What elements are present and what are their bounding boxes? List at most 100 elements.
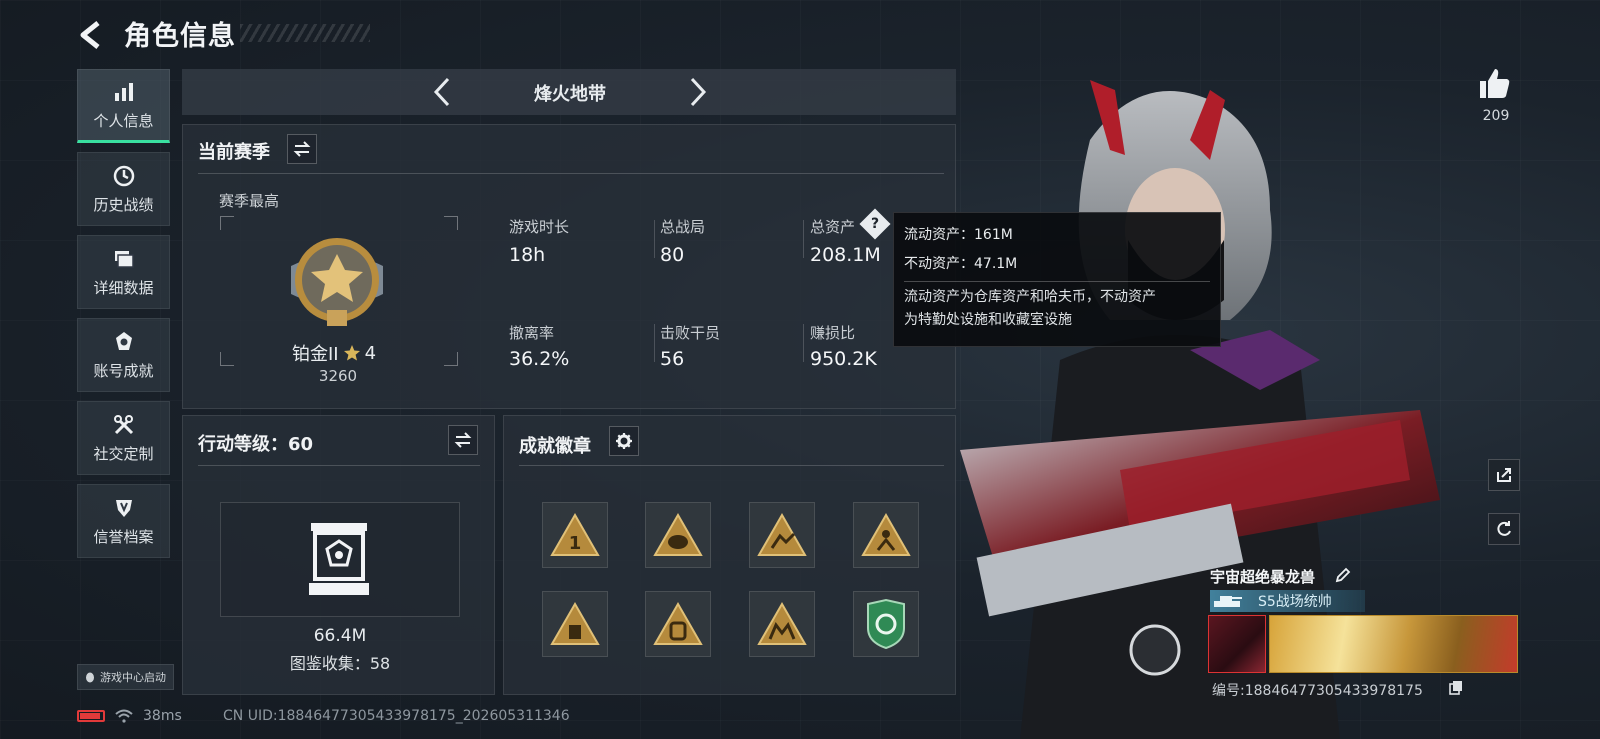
page-title: 角色信息 xyxy=(124,21,236,52)
badge-first-place[interactable]: 1 xyxy=(542,502,608,568)
frame-corner xyxy=(220,216,234,230)
sidebar-item-credit[interactable]: 信誉档案 xyxy=(77,484,170,558)
triangle-badge-icon xyxy=(757,601,807,645)
rank-score: 3260 xyxy=(318,367,358,385)
tooltip-fixed-assets: 不动资产：47.1M xyxy=(904,256,1018,272)
game-center-launch-button[interactable]: 游戏中心启动 xyxy=(77,664,174,690)
rank-title-text: S5战场统帅 xyxy=(1258,594,1332,610)
sidebar-item-personal-info[interactable]: 个人信息 xyxy=(77,69,170,143)
badge-squad[interactable] xyxy=(749,591,815,657)
divider xyxy=(198,173,944,174)
badges-settings-button[interactable] xyxy=(609,426,639,456)
divider xyxy=(519,465,944,466)
season-switch-button[interactable] xyxy=(287,134,317,164)
level-switch-button[interactable] xyxy=(448,425,478,455)
sidebar-item-history[interactable]: 历史战绩 xyxy=(77,152,170,226)
rank-emblem-icon xyxy=(291,238,383,326)
tooltip-liquid-assets: 流动资产：161M xyxy=(904,227,1013,243)
sidebar-item-label: 历史战绩 xyxy=(93,195,154,214)
stat-value: 208.1M xyxy=(810,244,881,266)
stat-value: 56 xyxy=(660,348,685,370)
badge-runner[interactable] xyxy=(853,502,919,568)
status-bar: 38ms xyxy=(77,708,182,724)
sidebar-item-label: 账号成就 xyxy=(93,361,154,380)
level-title: 行动等级：60 xyxy=(198,434,314,455)
tooltip-desc-line2: 为特勤处设施和收藏室设施 xyxy=(904,312,1072,328)
divider xyxy=(654,220,655,258)
share-button[interactable] xyxy=(1488,459,1520,491)
season-best-label: 赛季最高 xyxy=(219,192,280,210)
triangle-badge-icon xyxy=(653,512,703,556)
tooltip-desc-line1: 流动资产为仓库资产和哈夫币，不动资产 xyxy=(904,289,1156,305)
badge-helmet[interactable] xyxy=(645,502,711,568)
stat-label: 撤离率 xyxy=(509,324,555,342)
badges-title: 成就徽章 xyxy=(519,436,591,457)
badge-soldier[interactable] xyxy=(749,502,815,568)
star-icon xyxy=(343,345,360,361)
sidebar-item-achievements[interactable]: 账号成就 xyxy=(77,318,170,392)
wifi-icon xyxy=(115,709,133,723)
refresh-button[interactable] xyxy=(1488,513,1520,545)
edit-icon[interactable] xyxy=(1334,566,1352,584)
sidebar-item-label: 信誉档案 xyxy=(93,527,154,546)
badge-box[interactable] xyxy=(542,591,608,657)
avatar[interactable] xyxy=(1208,615,1266,673)
achievement-icon xyxy=(115,331,132,350)
stat-label: 游戏时长 xyxy=(509,218,570,236)
player-number: 编号:18846477305433978175 xyxy=(1212,683,1423,699)
stat-label: 赚损比 xyxy=(810,324,856,342)
badge-green-shield[interactable] xyxy=(853,591,919,657)
copy-icon[interactable] xyxy=(1448,680,1464,696)
season-title: 当前赛季 xyxy=(198,142,270,163)
player-nickname: 宇宙超绝暴龙兽 xyxy=(1210,568,1316,586)
chevron-left-icon[interactable] xyxy=(432,77,452,107)
sidebar-item-label: 个人信息 xyxy=(93,111,154,130)
triangle-badge-icon xyxy=(757,512,807,556)
stat-value: 36.2% xyxy=(509,348,570,370)
asset-tooltip: 流动资产：161M 不动资产：47.1M 流动资产为仓库资产和哈夫币，不动资产 … xyxy=(893,212,1221,347)
stat-label: 击败干员 xyxy=(660,324,721,342)
help-question-mark: ? xyxy=(870,216,880,232)
tools-icon xyxy=(113,414,133,434)
frame-corner xyxy=(444,352,458,366)
triangle-badge-icon xyxy=(861,512,911,556)
frame-corner xyxy=(220,352,234,366)
divider xyxy=(198,465,480,466)
collection-count: 图鉴收集：58 xyxy=(289,654,391,673)
stat-label: 总资产 xyxy=(810,218,856,236)
divider xyxy=(803,220,804,258)
title-decoration xyxy=(240,24,370,42)
shield-badge-icon xyxy=(115,499,132,517)
chevron-right-icon[interactable] xyxy=(688,77,708,107)
sidebar-item-detailed-data[interactable]: 详细数据 xyxy=(77,235,170,309)
divider xyxy=(803,324,804,362)
badge-backpack[interactable] xyxy=(645,591,711,657)
stat-label: 总战局 xyxy=(660,218,706,236)
swap-icon xyxy=(454,432,472,448)
launch-label: 游戏中心启动 xyxy=(100,671,166,684)
green-shield-icon xyxy=(867,598,905,650)
profile-banner[interactable] xyxy=(1269,615,1518,673)
swap-icon xyxy=(293,141,311,157)
ping-text: 38ms xyxy=(143,708,182,724)
frame-corner xyxy=(444,216,458,230)
likes-count: 209 xyxy=(1482,108,1510,124)
rank-title-badge: S5战场统帅 xyxy=(1210,590,1365,612)
uid-text: CN UID:18846477305433978175_202605311346 xyxy=(223,708,570,724)
thumbs-up-icon[interactable] xyxy=(1476,66,1512,102)
clock-icon xyxy=(113,165,134,186)
sidebar-item-social[interactable]: 社交定制 xyxy=(77,401,170,475)
tank-icon xyxy=(1214,596,1242,607)
triangle-badge-icon xyxy=(653,601,703,645)
rank-name: 铂金II xyxy=(292,344,339,365)
bar-chart-icon xyxy=(114,82,133,101)
stat-value: 18h xyxy=(509,244,546,266)
gear-icon xyxy=(616,433,632,449)
mode-name: 烽火地带 xyxy=(534,84,606,105)
back-arrow-icon[interactable] xyxy=(78,20,104,50)
refresh-icon xyxy=(1497,521,1511,536)
profile-cards xyxy=(1208,615,1518,673)
stat-value: 80 xyxy=(660,244,685,266)
triangle-badge-icon: 1 xyxy=(550,512,600,556)
battery-icon xyxy=(77,710,105,722)
